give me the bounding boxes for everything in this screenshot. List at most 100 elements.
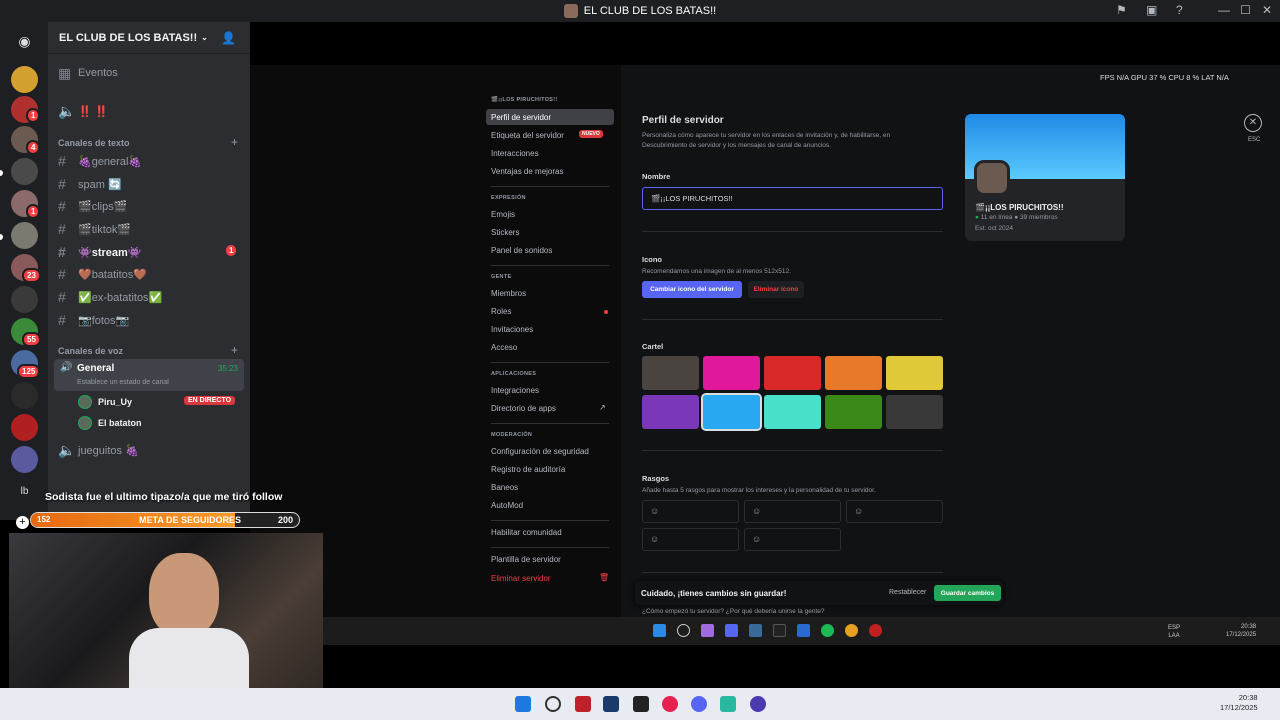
search-icon[interactable] [545,696,561,712]
banner-color-swatch[interactable] [642,356,699,390]
steam-icon[interactable] [603,696,619,712]
server-icon-13[interactable] [11,446,38,473]
channel-batatitos[interactable]: # 🤎batatitos🤎 [58,264,147,284]
voice-category[interactable]: Canales de voz [58,346,123,356]
trait-slot[interactable]: ☺ [744,528,841,551]
nav-item[interactable]: Roles [491,307,511,316]
banner-color-swatch[interactable] [886,395,943,429]
trait-slot[interactable]: ☺ [642,500,739,523]
app-icon[interactable] [575,696,591,712]
nav-item[interactable]: Integraciones [491,386,539,395]
copilot-icon[interactable] [701,624,714,637]
inner-clock[interactable]: 20:38 17/12/2025 [1226,623,1256,639]
server-icon-6[interactable] [11,222,38,249]
app-icon[interactable] [750,696,766,712]
trait-slot[interactable]: ☺ [642,528,739,551]
remove-icon-button[interactable]: Eliminar icono [748,281,804,298]
nav-item[interactable]: Etiqueta del servidor [491,131,564,140]
epic-games-icon[interactable] [633,696,649,712]
voice-status[interactable]: Establece un estado de canal [77,379,169,386]
server-header[interactable]: EL CLUB DE LOS BATAS!! ⌄ 👤 [48,22,250,54]
server-icon-8[interactable] [11,286,38,313]
add-voice-channel-icon[interactable]: + [231,343,238,357]
banner-color-swatch[interactable] [764,356,821,390]
channel-fotos[interactable]: # 📷fotos📷 [58,310,129,330]
add-icon[interactable]: + [16,516,29,529]
server-icon-1[interactable] [11,66,38,93]
inner-lang[interactable]: ESP LAA [1168,624,1180,640]
nav-item[interactable]: Configuración de seguridad [491,447,589,456]
channel-stream[interactable]: # 👾stream👾 [58,242,141,262]
delete-server-item[interactable]: Eliminar servidor [491,574,551,583]
invite-people-icon[interactable]: 👤 [221,31,236,45]
text-category[interactable]: Canales de texto [58,138,130,148]
reset-button[interactable]: Restablecer [889,589,926,596]
flag-icon[interactable]: ⚑ [1116,3,1127,17]
trait-slot[interactable]: ☺ [744,500,841,523]
spotify-icon[interactable] [821,624,834,637]
save-changes-button[interactable]: Guardar cambios [934,585,1001,601]
nav-item[interactable]: Emojis [491,210,515,219]
change-icon-button[interactable]: Cambiar icono del servidor [642,281,742,298]
banner-color-swatch[interactable] [642,395,699,429]
windows-icon[interactable] [515,696,531,712]
server-icon-11[interactable] [11,382,38,409]
chrome-icon[interactable] [845,624,858,637]
minimize-button[interactable]: — [1218,3,1230,17]
nav-item[interactable]: Baneos [491,483,518,492]
voice-user[interactable]: Piru_Uy [78,395,132,409]
voice-user[interactable]: El bataton [78,416,142,430]
trait-slot[interactable]: ☺ [846,500,943,523]
add-channel-icon[interactable]: + [231,135,238,149]
app-icon[interactable] [869,624,882,637]
windows-icon[interactable] [653,624,666,637]
nav-item[interactable]: Stickers [491,228,519,237]
discord-icon[interactable] [691,696,707,712]
nav-item[interactable]: Miembros [491,289,526,298]
close-window-button[interactable]: ✕ [1262,3,1272,17]
server-icon-4[interactable] [11,158,38,185]
nav-item[interactable]: Acceso [491,343,517,352]
app-icon[interactable] [797,624,810,637]
search-icon[interactable] [677,624,690,637]
channel-tiktok[interactable]: # 🎬tiktok🎬 [58,219,131,239]
discord-home-icon[interactable]: ◉ [11,28,38,55]
banner-color-swatch[interactable] [764,395,821,429]
banner-color-swatch[interactable] [825,395,882,429]
channel-clips[interactable]: # 🎬clips🎬 [58,196,127,216]
nav-item[interactable]: Habilitar comunidad [491,528,562,537]
server-icon-lb[interactable]: lb [11,478,38,505]
app-icon[interactable] [662,696,678,712]
app-icon[interactable] [720,696,736,712]
inbox-icon[interactable]: ▣ [1146,3,1157,17]
nav-item[interactable]: Interacciones [491,149,539,158]
nav-item[interactable]: Directorio de apps [491,404,556,413]
voice-channel-jueguitos[interactable]: 🔈 jueguitos 🍇 [58,440,139,460]
nav-item[interactable]: Perfil de servidor [491,113,551,122]
nav-item[interactable]: Plantilla de servidor [491,555,561,564]
nav-item[interactable]: Invitaciones [491,325,533,334]
close-icon[interactable]: ✕ [1244,114,1262,132]
nav-item[interactable]: Ventajas de mejoras [491,167,564,176]
discord-icon[interactable] [725,624,738,637]
steam-icon[interactable] [749,624,762,637]
events-item[interactable]: ▦ Eventos [58,63,118,83]
banner-color-swatch[interactable] [701,393,762,431]
nav-item[interactable]: Registro de auditoría [491,465,565,474]
voice-channel-general[interactable]: 🔊 General 35:23 Establece un estado de c… [54,359,244,391]
nav-item[interactable]: AutoMod [491,501,523,510]
app-icon[interactable] [773,624,786,637]
banner-color-swatch[interactable] [886,356,943,390]
channel-general[interactable]: # 🍇general🍇 [58,151,142,171]
channel-ex-batatitos[interactable]: # ✅ex-batatitos✅ [58,287,162,307]
banner-color-swatch[interactable] [703,356,760,390]
nav-item[interactable]: Panel de sonidos [491,246,552,255]
server-name-input[interactable]: 🎬¡¡LOS PIRUCHITOS!! [642,187,943,210]
server-icon-12[interactable] [11,414,38,441]
clock[interactable]: 20:38 17/12/2025 [1220,693,1258,713]
channel-spam[interactable]: # spam 🔄 [58,174,122,194]
channel-announce[interactable]: 🔈 ‼️ ‼️ [58,101,108,121]
banner-color-swatch[interactable] [825,356,882,390]
help-icon[interactable]: ? [1176,3,1183,17]
maximize-button[interactable]: ☐ [1240,3,1251,17]
